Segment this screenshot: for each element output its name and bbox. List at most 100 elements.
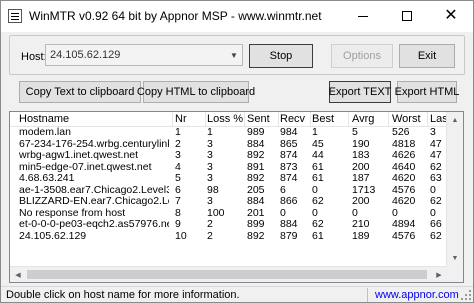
app-icon[interactable] xyxy=(8,9,22,23)
sent-cell: 201 xyxy=(247,207,265,219)
scroll-right-icon[interactable]: ▶ xyxy=(431,267,447,282)
maximize-button[interactable] xyxy=(385,1,429,31)
loss-cell: 3 xyxy=(207,196,213,207)
avrg-cell: 190 xyxy=(352,138,370,150)
table-row[interactable]: modem.lan 1 1 989 984 1 5 526 3 xyxy=(10,127,463,139)
best-cell: 44 xyxy=(312,150,324,161)
sent-cell: 884 xyxy=(247,138,265,150)
column-header-best[interactable]: Best xyxy=(312,113,346,125)
best-cell: 45 xyxy=(312,138,324,150)
scroll-left-icon[interactable]: ◀ xyxy=(10,267,26,282)
chevron-down-icon[interactable]: ▼ xyxy=(226,45,242,65)
hostname-cell: 67-234-176-254.wrbg.centurylink.net xyxy=(19,138,169,150)
title-bar[interactable]: WinMTR v0.92 64 bit by Appnor MSP - www.… xyxy=(1,1,473,32)
minimize-icon xyxy=(358,15,368,17)
table-row[interactable]: min5-edge-07.inet.qwest.net 4 3 891 873 … xyxy=(10,162,463,174)
worst-cell: 4894 xyxy=(392,219,416,230)
table-row[interactable]: 24.105.62.129 10 2 892 879 61 189 4576 6… xyxy=(10,231,463,243)
loss-cell: 3 xyxy=(207,161,213,173)
horizontal-scrollbar[interactable]: ◀ ▶ xyxy=(10,266,447,282)
column-divider[interactable] xyxy=(388,112,389,126)
column-divider[interactable] xyxy=(310,112,311,126)
worst-cell: 4576 xyxy=(392,184,416,196)
appnor-link[interactable]: www.appnor.com xyxy=(375,289,459,301)
worst-cell: 0 xyxy=(392,207,398,219)
table-row[interactable]: wrbg-agw1.inet.qwest.net 3 3 892 874 44 … xyxy=(10,150,463,162)
worst-cell: 4620 xyxy=(392,196,416,207)
recv-cell: 984 xyxy=(280,127,298,138)
avrg-cell: 183 xyxy=(352,150,370,161)
host-input[interactable]: 24.105.62.129 xyxy=(46,49,226,61)
column-header-loss[interactable]: Loss % xyxy=(207,113,243,125)
host-label: Host: xyxy=(21,51,47,63)
best-cell: 61 xyxy=(312,230,324,242)
table-row[interactable]: ae-1-3508.ear7.Chicago2.Level3.net 6 98 … xyxy=(10,185,463,197)
column-header-recv[interactable]: Recv xyxy=(280,113,314,125)
loss-cell: 2 xyxy=(207,230,213,242)
worst-cell: 4818 xyxy=(392,138,416,150)
column-divider[interactable] xyxy=(278,112,279,126)
table-row[interactable]: No response from host 8 100 201 0 0 0 0 … xyxy=(10,208,463,220)
vertical-scrollbar[interactable]: ▲ ▼ xyxy=(446,112,463,282)
table-row[interactable]: et-0-0-0-pe03-eqch2.as57976.net 9 2 899 … xyxy=(10,219,463,231)
recv-cell: 0 xyxy=(280,207,286,219)
scroll-corner xyxy=(446,266,463,282)
resize-grip-icon[interactable] xyxy=(461,290,471,300)
close-button[interactable]: ✕ xyxy=(429,1,473,31)
table-row[interactable]: BLIZZARD-EN.ear7.Chicago2.Level3.net 7 3… xyxy=(10,196,463,208)
export-text-button[interactable]: Export TEXT xyxy=(329,81,391,103)
column-divider[interactable] xyxy=(244,112,245,126)
status-bar: Double click on host name for more infor… xyxy=(1,286,473,302)
options-button[interactable]: Options xyxy=(331,44,393,68)
avrg-cell: 210 xyxy=(352,219,370,230)
hostname-cell: 24.105.62.129 xyxy=(19,230,87,242)
column-divider[interactable] xyxy=(172,112,173,126)
host-combobox[interactable]: 24.105.62.129 ▼ xyxy=(45,44,243,66)
column-header-worst[interactable]: Worst xyxy=(392,113,426,125)
column-header-hostname[interactable]: Hostname xyxy=(19,113,169,125)
hostname-cell: 4.68.63.241 xyxy=(19,173,75,184)
table-row[interactable]: 67-234-176-254.wrbg.centurylink.net 2 3 … xyxy=(10,139,463,151)
stop-button[interactable]: Stop xyxy=(249,44,313,68)
sent-cell: 884 xyxy=(247,196,265,207)
sent-cell: 899 xyxy=(247,219,265,230)
avrg-cell: 189 xyxy=(352,230,370,242)
export-html-button[interactable]: Export HTML xyxy=(395,81,459,103)
status-divider xyxy=(367,288,368,302)
column-header-nr[interactable]: Nr xyxy=(175,113,205,125)
hostname-cell: modem.lan xyxy=(19,127,71,138)
recv-cell: 6 xyxy=(280,184,286,196)
minimize-button[interactable] xyxy=(341,1,385,31)
sent-cell: 892 xyxy=(247,230,265,242)
table-row[interactable]: 4.68.63.241 5 3 892 874 61 187 4620 63 xyxy=(10,173,463,185)
winmtr-window: WinMTR v0.92 64 bit by Appnor MSP - www.… xyxy=(0,0,474,303)
loss-cell: 3 xyxy=(207,173,213,184)
copy-html-button[interactable]: Copy HTML to clipboard xyxy=(137,81,255,103)
recv-cell: 874 xyxy=(280,173,298,184)
sent-cell: 989 xyxy=(247,127,265,138)
exit-button[interactable]: Exit xyxy=(399,44,455,68)
nr-cell: 8 xyxy=(175,207,181,219)
hostname-cell: wrbg-agw1.inet.qwest.net xyxy=(19,150,139,161)
nr-cell: 2 xyxy=(175,138,181,150)
copy-text-button[interactable]: Copy Text to clipboard xyxy=(19,81,141,103)
recv-cell: 884 xyxy=(280,219,298,230)
avrg-cell: 0 xyxy=(352,207,358,219)
nr-cell: 5 xyxy=(175,173,181,184)
horizontal-scroll-thumb[interactable] xyxy=(27,270,427,279)
hostname-cell: No response from host xyxy=(19,207,126,219)
scroll-up-icon[interactable]: ▲ xyxy=(447,112,463,128)
nr-cell: 10 xyxy=(175,230,187,242)
nr-cell: 7 xyxy=(175,196,181,207)
results-table[interactable]: Hostname Nr Loss % Sent Recv Best Avrg W… xyxy=(9,111,464,283)
column-header-avrg[interactable]: Avrg xyxy=(352,113,386,125)
column-divider[interactable] xyxy=(205,112,206,126)
worst-cell: 4620 xyxy=(392,173,416,184)
worst-cell: 4576 xyxy=(392,230,416,242)
recv-cell: 879 xyxy=(280,230,298,242)
column-divider[interactable] xyxy=(348,112,349,126)
best-cell: 61 xyxy=(312,173,324,184)
scroll-down-icon[interactable]: ▼ xyxy=(447,250,463,266)
column-divider[interactable] xyxy=(427,112,428,126)
loss-cell: 100 xyxy=(207,207,225,219)
